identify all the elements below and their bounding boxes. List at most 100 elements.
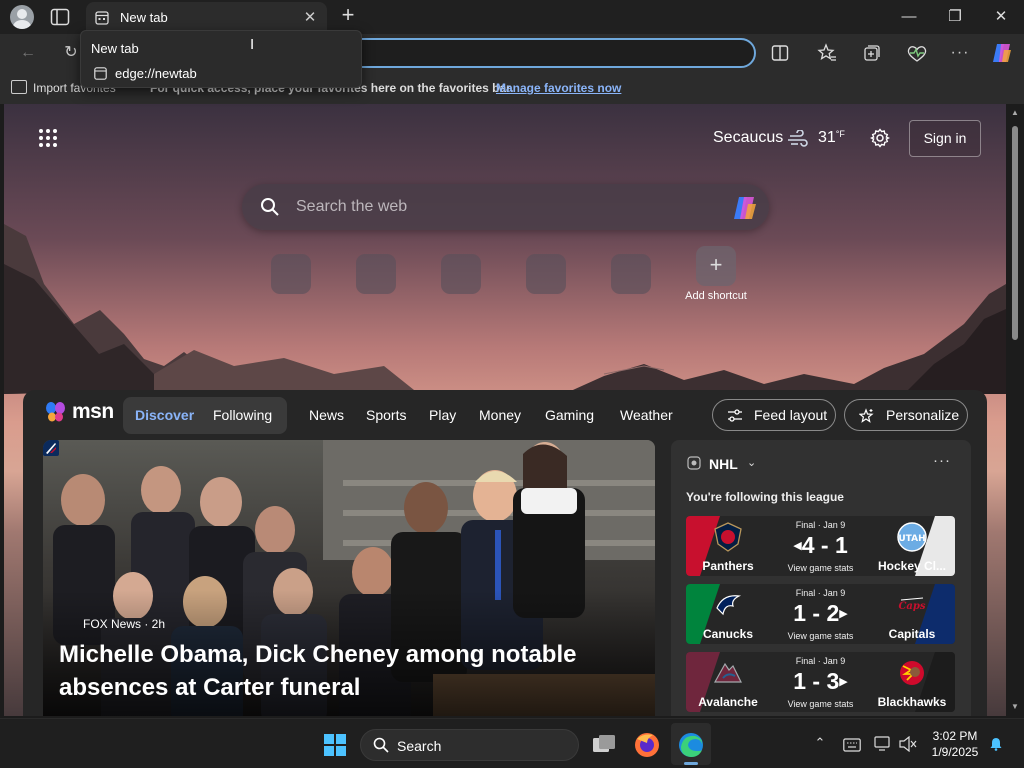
view-game-stats-link[interactable]: View game stats — [776, 563, 865, 573]
winner-arrow-icon: ◀ — [793, 540, 802, 552]
nav-play[interactable]: Play — [429, 407, 456, 423]
new-tab-page: Secaucus 31°F Sign in Search the web + A… — [4, 104, 1006, 716]
game-status: Final · Jan 9 — [795, 588, 846, 598]
game-card[interactable]: UTAH Panthers Hockey Cl... Final · Jan 9… — [686, 516, 955, 576]
minimize-button[interactable]: — — [886, 0, 932, 34]
story-headline[interactable]: Michelle Obama, Dick Cheney among notabl… — [59, 638, 599, 704]
shortcut-tile[interactable] — [356, 254, 396, 294]
tab-preview-dropdown: New tab edge://newtab — [80, 30, 362, 88]
view-game-stats-link[interactable]: View game stats — [776, 631, 865, 641]
scroll-thumb[interactable] — [1012, 126, 1018, 340]
score-value: 4 - 1 — [801, 532, 848, 558]
shortcut-tile[interactable] — [526, 254, 566, 294]
scroll-down-icon[interactable]: ▼ — [1010, 702, 1020, 711]
nhl-scores-widget: NHL ⌄ ··· You're following this league U… — [671, 440, 971, 716]
svg-text:UTAH: UTAH — [898, 534, 925, 544]
personalize-button[interactable]: Personalize — [844, 399, 968, 431]
copilot-icon[interactable] — [990, 42, 1014, 64]
back-icon[interactable]: ← — [15, 40, 41, 66]
panthers-logo — [714, 522, 742, 552]
fox-news-logo — [43, 440, 59, 456]
tab-title: New tab — [120, 10, 168, 25]
close-window-button[interactable]: ✕ — [978, 0, 1024, 34]
score-value: 1 - 3 — [793, 668, 840, 694]
clock-time: 3:02 PM — [932, 729, 978, 743]
chevron-down-icon[interactable]: ⌄ — [747, 456, 756, 469]
away-team: Capitals — [888, 627, 936, 641]
view-game-stats-link[interactable]: View game stats — [776, 699, 865, 709]
edge-browser-icon[interactable] — [675, 729, 707, 761]
firefox-icon[interactable] — [631, 729, 663, 761]
windows-start-icon[interactable] — [324, 734, 346, 756]
score-value: 1 - 2 — [793, 600, 840, 626]
sign-in-button[interactable]: Sign in — [909, 120, 981, 157]
more-options-icon[interactable]: ··· — [947, 40, 973, 66]
profile-avatar[interactable] — [10, 5, 34, 29]
avalanche-logo — [713, 662, 742, 683]
system-clock[interactable]: 3:02 PM 1/9/2025 — [924, 728, 986, 760]
msn-butterfly-logo[interactable] — [44, 400, 68, 424]
game-card[interactable]: Avalanche Blackhawks Final · Jan 9 1 - 3… — [686, 652, 955, 712]
home-team: Panthers — [702, 559, 754, 573]
game-score: 1 - 2▶ — [776, 600, 865, 627]
more-options-icon[interactable]: ··· — [933, 452, 951, 469]
tab-following[interactable]: Following — [213, 407, 272, 423]
shortcut-tile[interactable] — [271, 254, 311, 294]
taskbar-search-label: Search — [397, 738, 442, 754]
msn-brand[interactable]: msn — [72, 400, 114, 424]
page-settings-icon[interactable] — [870, 128, 890, 148]
active-app-indicator — [684, 762, 698, 765]
nhl-title[interactable]: NHL — [709, 456, 738, 472]
volume-muted-icon[interactable] — [899, 736, 917, 752]
favorites-icon[interactable] — [817, 43, 837, 63]
hockey-league-icon — [687, 456, 701, 470]
dropdown-url: edge://newtab — [115, 66, 197, 81]
nhl-subtitle: You're following this league — [686, 490, 844, 504]
collections-icon[interactable] — [862, 43, 882, 63]
web-search-box[interactable]: Search the web — [242, 184, 769, 230]
weather-location[interactable]: Secaucus — [713, 129, 783, 147]
weather-temperature[interactable]: 31°F — [818, 129, 845, 147]
copilot-search-icon[interactable] — [731, 194, 759, 222]
page-scrollbar[interactable]: ▲ ▼ — [1006, 104, 1024, 716]
nav-money[interactable]: Money — [479, 407, 521, 423]
split-screen-icon[interactable] — [771, 44, 789, 62]
away-team: Hockey Cl... — [877, 559, 947, 573]
network-icon[interactable] — [874, 736, 892, 752]
taskbar-search[interactable]: Search — [360, 729, 579, 761]
manage-favorites-link[interactable]: Manage favorites now — [496, 81, 621, 95]
shortcut-tile[interactable] — [441, 254, 481, 294]
restore-button[interactable]: ❐ — [932, 0, 978, 34]
keyboard-icon[interactable] — [843, 738, 861, 752]
scroll-up-icon[interactable]: ▲ — [1010, 108, 1020, 117]
canucks-logo — [716, 595, 742, 616]
notification-bell-icon[interactable] — [989, 737, 1003, 751]
shortcut-tile[interactable] — [611, 254, 651, 294]
game-score: 1 - 3▶ — [776, 668, 865, 695]
new-tab-favicon-icon — [95, 11, 109, 25]
new-tab-button[interactable]: + — [336, 4, 360, 28]
search-placeholder: Search the web — [296, 198, 408, 215]
chevron-up-icon[interactable]: ⌃ — [811, 735, 829, 753]
add-shortcut-button[interactable]: + — [696, 246, 736, 286]
game-card[interactable]: Caps Canucks Capitals Final · Jan 9 1 - … — [686, 584, 955, 644]
workspaces-icon[interactable] — [50, 8, 70, 26]
clock-date: 1/9/2025 — [931, 745, 979, 759]
story-source: FOX News · 2h — [83, 617, 166, 631]
hero-story-card[interactable]: FOX News · 2h Michelle Obama, Dick Chene… — [43, 440, 655, 716]
tab-discover[interactable]: Discover — [135, 407, 194, 423]
utah-hockey-club-logo: UTAH — [897, 522, 927, 552]
title-bar: New tab ✕ + — ❐ ✕ — [0, 0, 1024, 34]
nav-news[interactable]: News — [309, 407, 344, 423]
tab-close-icon[interactable]: ✕ — [301, 9, 319, 27]
game-status: Final · Jan 9 — [795, 656, 846, 666]
feed-layout-button[interactable]: Feed layout — [712, 399, 836, 431]
browser-essentials-icon[interactable] — [906, 43, 928, 63]
nav-weather[interactable]: Weather — [620, 407, 673, 423]
nav-gaming[interactable]: Gaming — [545, 407, 594, 423]
import-icon — [11, 80, 27, 94]
temperature-unit: °F — [835, 129, 845, 139]
nav-sports[interactable]: Sports — [366, 407, 406, 423]
task-view-icon[interactable] — [588, 729, 620, 761]
apps-launcher-icon[interactable] — [38, 128, 58, 148]
